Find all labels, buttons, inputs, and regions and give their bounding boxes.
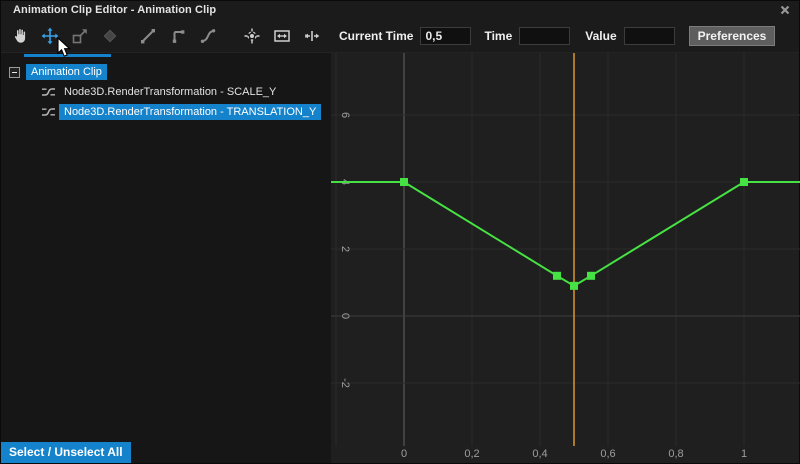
tree-label-scale-y[interactable]: Node3D.RenderTransformation - SCALE_Y [59, 84, 281, 100]
x-axis-tick-label: 1 [741, 448, 747, 460]
linear-tangent-button[interactable] [135, 23, 161, 49]
fit-horizontal-button[interactable] [269, 23, 295, 49]
pan-tool-button[interactable] [7, 23, 33, 49]
keyframe-marker[interactable] [400, 178, 408, 186]
keyframe-marker[interactable] [553, 272, 561, 280]
y-axis-tick-label: 2 [339, 246, 351, 252]
preferences-button[interactable]: Preferences [689, 26, 776, 46]
x-axis-tick-label: 0,6 [600, 448, 615, 460]
time-field-group: Time [484, 27, 570, 45]
value-field-group: Value [585, 27, 674, 45]
keyframe-marker[interactable] [570, 282, 578, 290]
fit-horizontal-icon [272, 26, 292, 46]
step-line-icon [168, 26, 188, 46]
window-title: Animation Clip Editor - Animation Clip [13, 4, 216, 16]
smooth-tangent-button[interactable] [195, 23, 221, 49]
curve-chart-svg[interactable]: 6420-200,20,40,60,81 [331, 53, 800, 464]
x-axis-tick-label: 0,8 [668, 448, 683, 460]
scale-icon [70, 26, 90, 46]
main-content: Animation Clip Node3D.RenderTransformati… [1, 53, 799, 463]
x-axis-tick-label: 0,4 [532, 448, 547, 460]
current-time-field-group: Current Time [339, 27, 471, 45]
curve-editor-canvas[interactable]: 6420-200,20,40,60,81 [331, 53, 799, 463]
linear-line-icon [138, 26, 158, 46]
animation-curve-icon [41, 86, 56, 98]
value-label: Value [585, 29, 616, 43]
tree-label-animation-clip[interactable]: Animation Clip [26, 64, 107, 80]
tree-row-scale-y[interactable]: Node3D.RenderTransformation - SCALE_Y [1, 82, 331, 102]
animation-curve[interactable] [331, 182, 800, 286]
current-time-input[interactable] [420, 27, 471, 45]
time-label: Time [484, 29, 512, 43]
tree-row-animation-clip[interactable]: Animation Clip [1, 62, 331, 82]
time-input[interactable] [519, 27, 570, 45]
x-axis-tick-label: 0 [401, 448, 407, 460]
animation-clip-editor-window: Animation Clip Editor - Animation Clip [0, 0, 800, 464]
scale-tool-button[interactable] [67, 23, 93, 49]
y-axis-tick-label: -2 [339, 378, 351, 388]
move-icon [40, 26, 60, 46]
tree-label-translation-y[interactable]: Node3D.RenderTransformation - TRANSLATIO… [59, 104, 321, 120]
animation-tree-panel: Animation Clip Node3D.RenderTransformati… [1, 53, 331, 463]
expand-horizontal-icon [302, 26, 322, 46]
hand-icon [10, 26, 30, 46]
focus-crosshair-icon [242, 26, 262, 46]
add-keyframe-tool-button[interactable] [97, 23, 123, 49]
y-axis-tick-label: 6 [339, 112, 351, 118]
keyframe-diamond-icon [100, 26, 120, 46]
collapse-expander-icon[interactable] [9, 67, 20, 78]
move-tool-button[interactable] [37, 23, 63, 49]
animation-curve-icon [41, 106, 56, 118]
tree-row-translation-y[interactable]: Node3D.RenderTransformation - TRANSLATIO… [1, 102, 331, 122]
select-unselect-all-button[interactable]: Select / Unselect All [1, 442, 131, 463]
toolbar: Current Time Time Value Preferences [1, 19, 799, 53]
keyframe-marker[interactable] [587, 272, 595, 280]
close-icon [780, 5, 790, 15]
curve-line-icon [198, 26, 218, 46]
expand-horizontal-button[interactable] [299, 23, 325, 49]
x-axis-tick-label: 0,2 [464, 448, 479, 460]
step-tangent-button[interactable] [165, 23, 191, 49]
animation-clip-tree: Animation Clip Node3D.RenderTransformati… [1, 53, 331, 122]
title-bar: Animation Clip Editor - Animation Clip [1, 1, 799, 19]
close-button[interactable] [777, 3, 793, 17]
y-axis-tick-label: 0 [339, 313, 351, 319]
horizontal-scrollbar-thumb[interactable] [24, 54, 111, 57]
value-input[interactable] [624, 27, 675, 45]
current-time-label: Current Time [339, 29, 413, 43]
focus-keyframe-button[interactable] [239, 23, 265, 49]
keyframe-marker[interactable] [740, 178, 748, 186]
